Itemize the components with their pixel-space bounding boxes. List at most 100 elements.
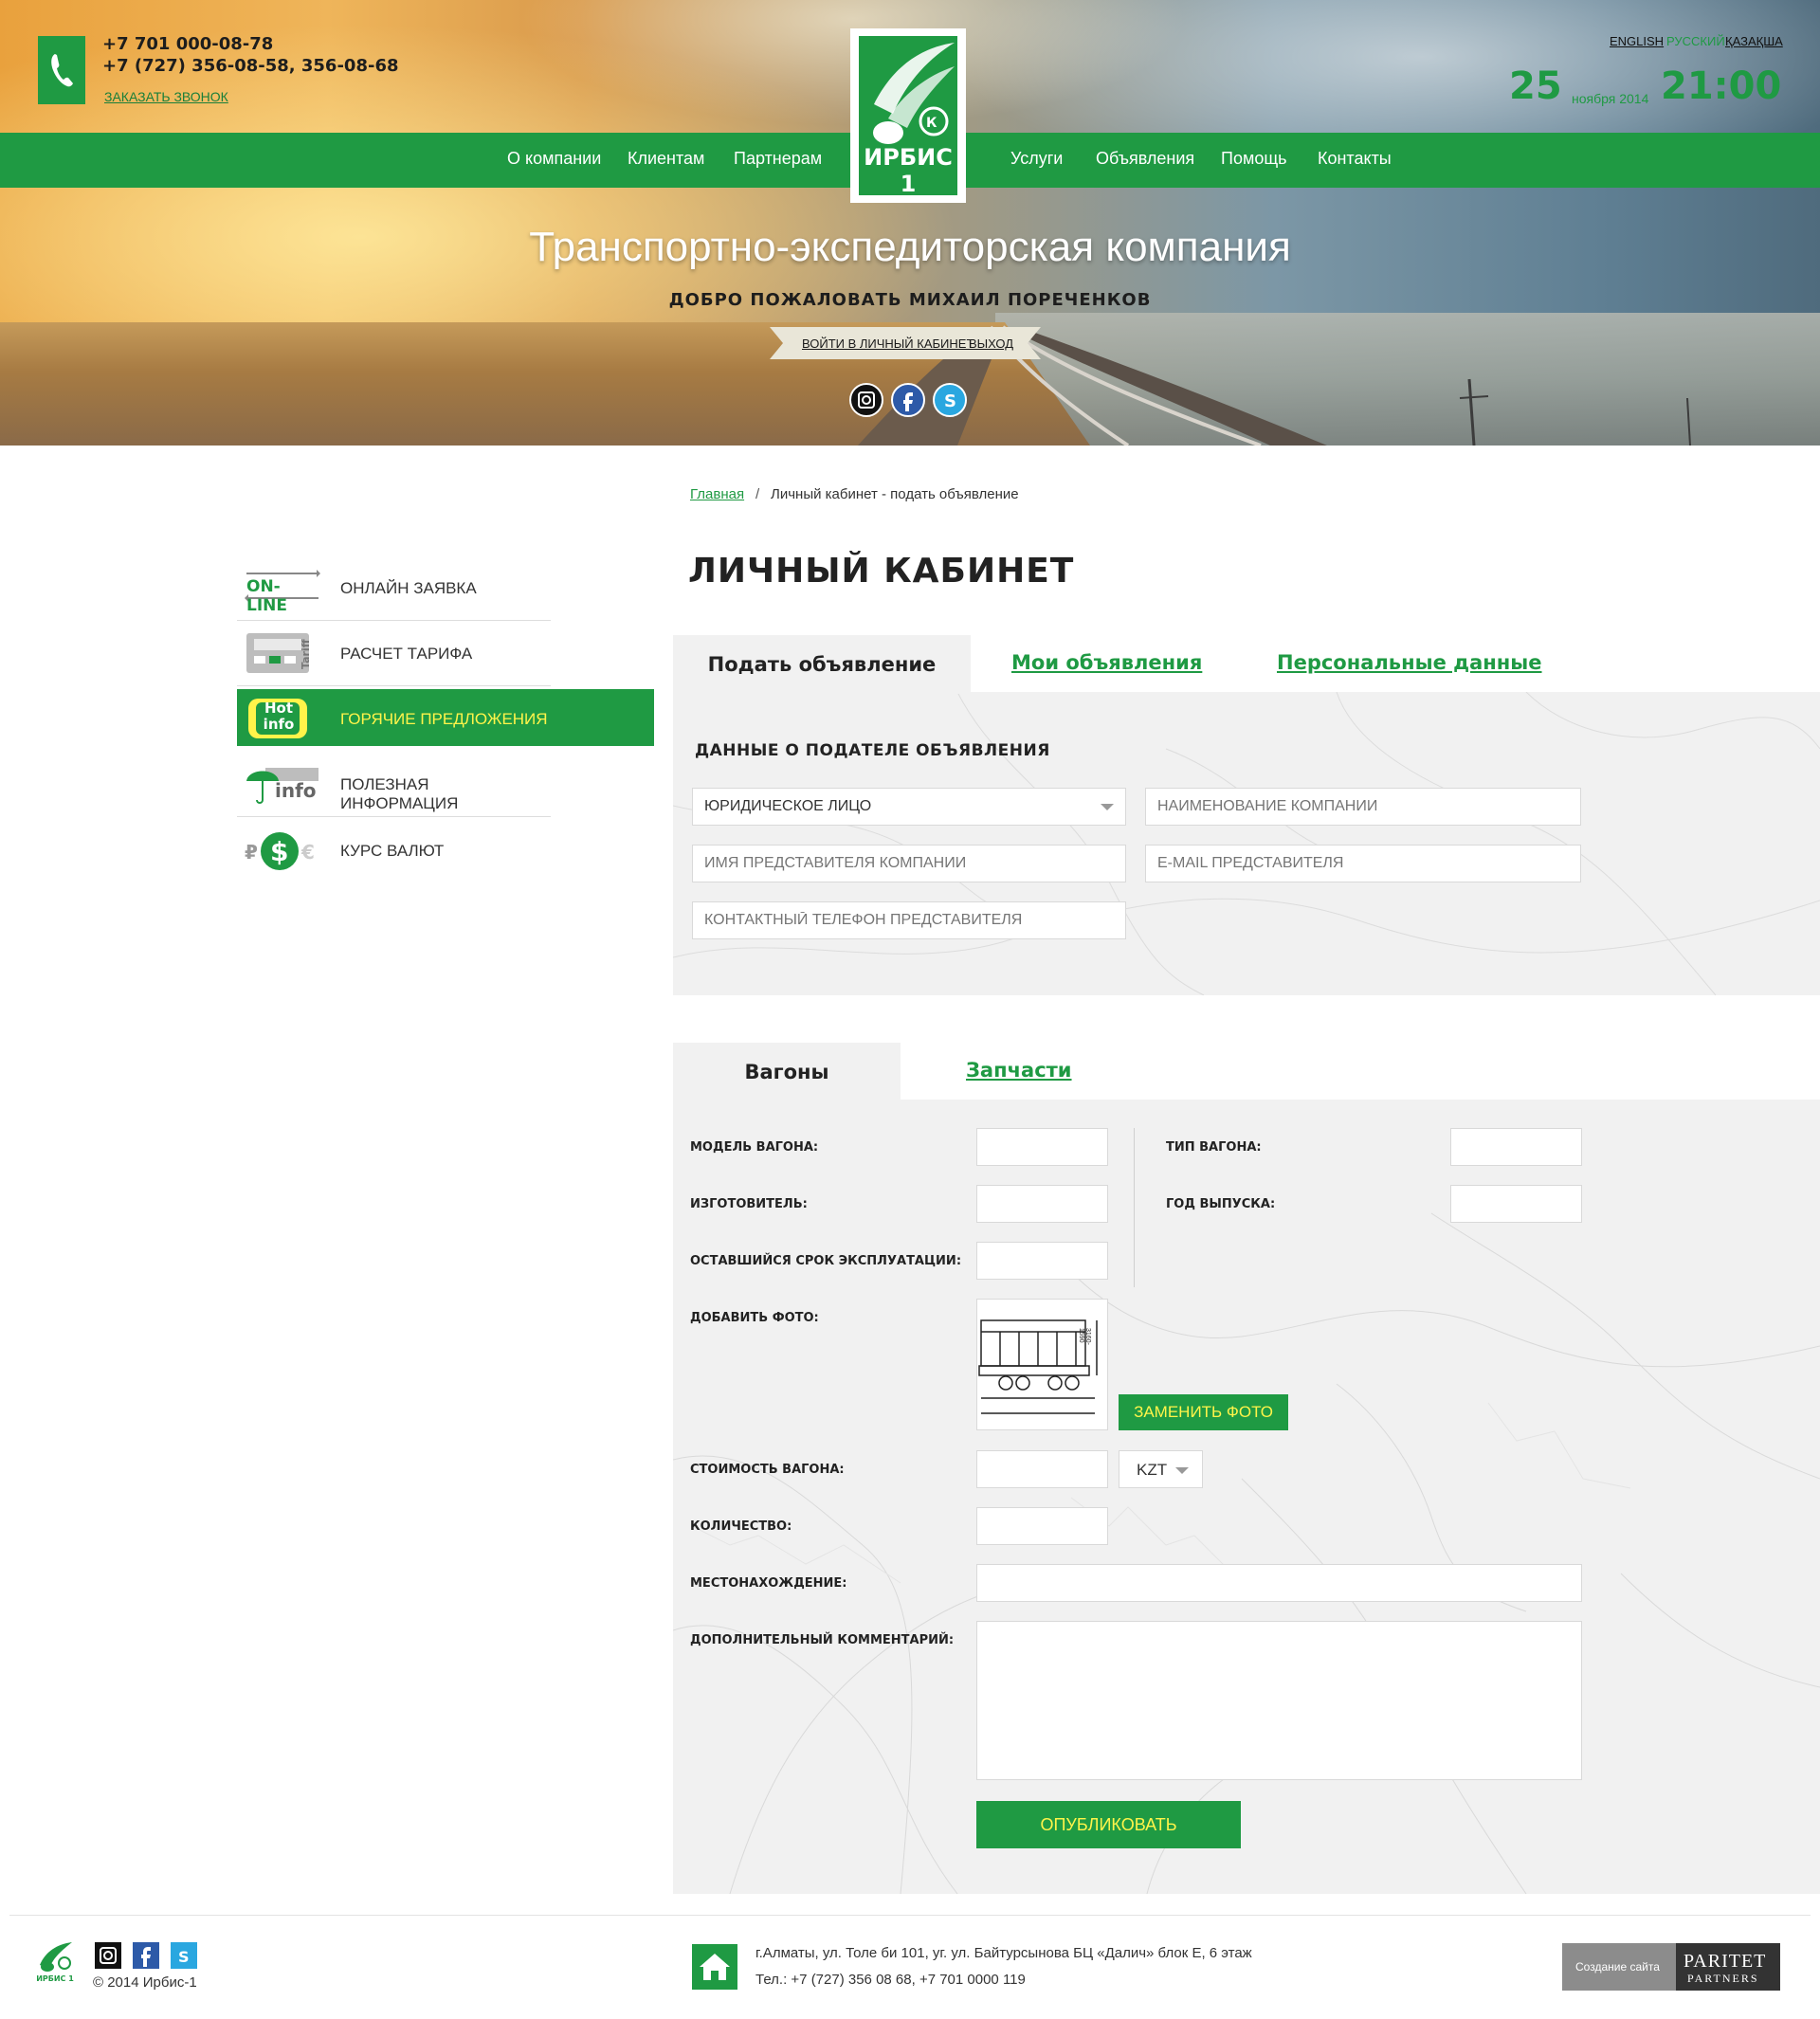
tab-my-ads[interactable]: Мои объявления [1011, 651, 1202, 674]
photo-dimension-label: 3160-1590 [1078, 1328, 1091, 1345]
location-label: МЕСТОНАХОЖДЕНИЕ: [690, 1576, 847, 1591]
photo-label: ДОБАВИТЬ ФОТО: [690, 1311, 819, 1325]
sidebar-item-currency[interactable]: ₽ $ € КУРС ВАЛЮТ [237, 819, 551, 883]
developer-badge[interactable]: Создание сайта PARITET PARTNERS [1562, 1943, 1780, 1991]
footer-address: г.Алматы, ул. Толе би 101, уг. ул. Байту… [755, 1945, 1252, 1961]
nav-help[interactable]: Помощь [1221, 149, 1287, 169]
hero-title: Транспортно-экспедиторская компания [529, 224, 1291, 270]
footer-logo[interactable]: ИРБИС 1 [36, 1940, 74, 1986]
nav-partners[interactable]: Партнерам [734, 149, 822, 169]
sidebar-item-online-request[interactable]: ON-LINE ОНЛАЙН ЗАЯВКА [237, 556, 551, 621]
site-logo[interactable]: К ИРБИС 1 [850, 28, 966, 203]
price-input[interactable] [976, 1450, 1108, 1488]
applicant-panel [673, 692, 1820, 995]
facebook-icon[interactable] [891, 383, 925, 417]
phone-number-secondary: +7 (727) 356-08-58, 356-08-68 [102, 56, 399, 76]
lang-russian[interactable]: РУССКИЙ [1666, 34, 1725, 48]
sidebar-item-label: КУРС ВАЛЮТ [340, 842, 445, 860]
wagon-photo-preview: 3160-1590 [976, 1299, 1108, 1430]
breadcrumb-current: Личный кабинет - подать объявление [771, 486, 1019, 502]
applicant-section-title: ДАННЫЕ О ПОДАТЕЛЕ ОБЪЯВЛЕНИЯ [695, 741, 1050, 760]
nav-contacts[interactable]: Контакты [1318, 149, 1392, 169]
sidebar-item-tariff[interactable]: Tariff РАСЧЕТ ТАРИФА [237, 622, 551, 686]
currency-icon: ₽ $ € [245, 828, 320, 874]
tariff-icon-text: Tariff [300, 639, 312, 669]
skype-icon[interactable]: S [933, 383, 967, 417]
svg-text:€: € [300, 841, 315, 864]
lang-kazakh[interactable]: ҚАЗАҚША [1725, 34, 1783, 48]
breadcrumb-home[interactable]: Главная [690, 486, 744, 502]
footer-facebook-icon[interactable] [133, 1942, 159, 1969]
footer-instagram-icon[interactable] [95, 1942, 121, 1969]
svg-text:S: S [178, 1948, 190, 1966]
tab-spare-parts[interactable]: Запчасти [966, 1059, 1072, 1082]
instagram-icon[interactable] [849, 383, 883, 417]
footer-phones: Тел.: +7 (727) 356 08 68, +7 701 0000 11… [755, 1972, 1026, 1988]
hot-info-icon-text: Hot info [263, 700, 295, 733]
phone-number-primary: +7 701 000-08-78 [102, 34, 274, 54]
tariff-icon: Tariff [245, 631, 320, 677]
svg-text:К: К [926, 116, 937, 131]
current-time: 21:00 [1661, 64, 1782, 108]
maker-label: ИЗГОТОВИТЕЛЬ: [690, 1197, 808, 1211]
footer-skype-icon[interactable]: S [171, 1942, 197, 1969]
svg-text:$: $ [270, 836, 288, 867]
maker-input[interactable] [976, 1185, 1108, 1223]
svg-text:S: S [944, 391, 956, 411]
online-icon: ON-LINE [245, 566, 320, 615]
callback-link[interactable]: ЗАКАЗАТЬ ЗВОНОК [104, 89, 228, 104]
entity-type-value: ЮРИДИЧЕСКОЕ ЛИЦО [704, 798, 872, 814]
comment-textarea[interactable] [976, 1621, 1582, 1780]
footer-logo-emblem-icon [36, 1940, 74, 1974]
tab-personal-data[interactable]: Персональные данные [1277, 651, 1542, 674]
rep-email-input[interactable] [1145, 845, 1581, 882]
tab-submit-ad[interactable]: Подать объявление [673, 635, 971, 694]
rep-phone-input[interactable] [692, 901, 1126, 939]
wagon-drawing-icon [978, 1319, 1098, 1414]
year-input[interactable] [1450, 1185, 1582, 1223]
quantity-label: КОЛИЧЕСТВО: [690, 1519, 792, 1534]
quantity-input[interactable] [976, 1507, 1108, 1545]
wagon-model-label: МОДЕЛЬ ВАГОНА: [690, 1140, 819, 1155]
company-name-input[interactable] [1145, 788, 1581, 826]
developer-brand-sub: PARTNERS [1687, 1972, 1759, 1985]
home-icon [692, 1944, 737, 1990]
currency-select[interactable]: KZT [1119, 1450, 1203, 1488]
lifetime-input[interactable] [976, 1242, 1108, 1280]
nav-ads[interactable]: Объявления [1096, 149, 1194, 169]
logout-link[interactable]: ВЫХОД [969, 336, 1013, 351]
chevron-down-icon [1175, 1467, 1189, 1474]
sidebar-item-label: РАСЧЕТ ТАРИФА [340, 645, 473, 663]
wagon-type-input[interactable] [1450, 1128, 1582, 1166]
phone-icon [38, 36, 85, 104]
map-background [673, 692, 1820, 995]
wagon-model-input[interactable] [976, 1128, 1108, 1166]
replace-photo-button[interactable]: ЗАМЕНИТЬ ФОТО [1119, 1394, 1288, 1430]
lang-english[interactable]: ENGLISH [1610, 34, 1664, 48]
chevron-down-icon [1101, 804, 1114, 810]
logo-text: ИРБИС 1 [864, 144, 953, 197]
sidebar-item-hot-offers[interactable]: Hot info ГОРЯЧИЕ ПРЕДЛОЖЕНИЯ [237, 689, 654, 746]
nav-about[interactable]: О компании [507, 149, 601, 169]
page-title: ЛИЧНЫЙ КАБИНЕТ [688, 552, 1075, 591]
form-divider [1134, 1128, 1135, 1287]
info-icon-text: info [275, 779, 317, 802]
date-month-year: ноября 2014 [1572, 91, 1649, 106]
sidebar-item-label: ПОЛЕЗНАЯ ИНФОРМАЦИЯ [340, 775, 459, 812]
nav-clients[interactable]: Клиентам [628, 149, 704, 169]
sidebar-item-useful-info[interactable]: info ПОЛЕЗНАЯ ИНФОРМАЦИЯ [237, 753, 551, 817]
hot-info-icon: Hot info [245, 697, 320, 742]
date-day: 25 [1509, 64, 1562, 108]
rep-name-input[interactable] [692, 845, 1126, 882]
price-label: СТОИМОСТЬ ВАГОНА: [690, 1463, 845, 1477]
welcome-message: ДОБРО ПОЖАЛОВАТЬ МИХАИЛ ПОРЕЧЕНКОВ [668, 290, 1152, 310]
cabinet-link[interactable]: ВОЙТИ В ЛИЧНЫЙ КАБИНЕТ [802, 336, 974, 351]
entity-type-select[interactable]: ЮРИДИЧЕСКОЕ ЛИЦО [692, 788, 1126, 826]
tab-wagons[interactable]: Вагоны [673, 1043, 901, 1101]
comment-label: ДОПОЛНИТЕЛЬНЫЙ КОММЕНТАРИЙ: [690, 1633, 955, 1647]
year-label: ГОД ВЫПУСКА: [1166, 1197, 1276, 1211]
page: +7 701 000-08-78 +7 (727) 356-08-58, 356… [0, 0, 1820, 2019]
nav-services[interactable]: Услуги [1010, 149, 1063, 169]
location-input[interactable] [976, 1564, 1582, 1602]
publish-button[interactable]: ОПУБЛИКОВАТЬ [976, 1801, 1241, 1848]
